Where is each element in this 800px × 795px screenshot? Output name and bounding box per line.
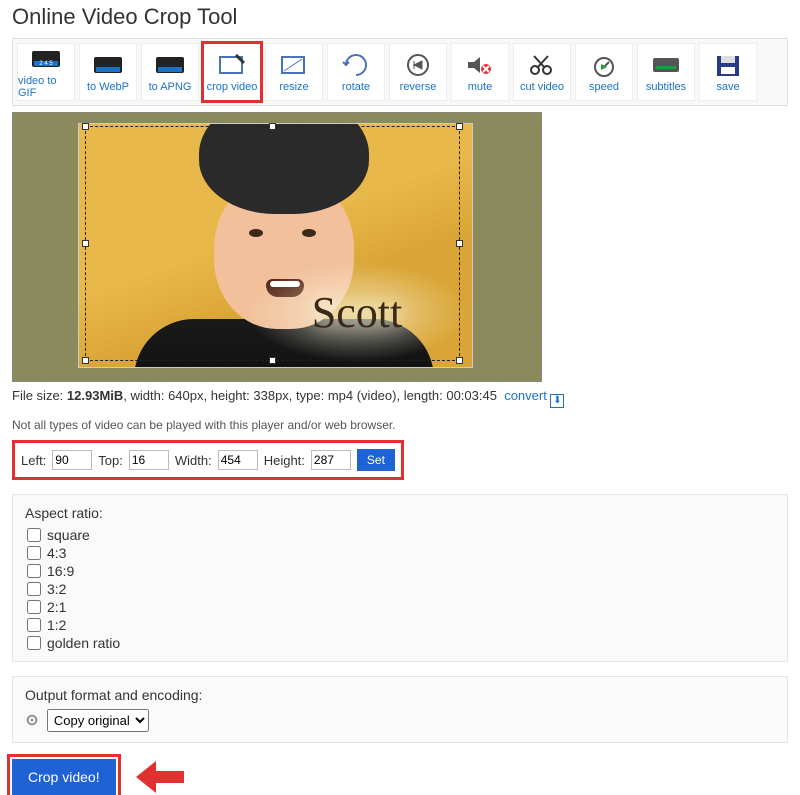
tool-subtitles[interactable]: subtitles <box>637 43 695 101</box>
tool-label: video to GIF <box>18 75 74 99</box>
aspect-label: golden ratio <box>47 635 120 651</box>
crop-video-icon <box>216 51 248 79</box>
aspect-golden-checkbox[interactable] <box>27 636 41 650</box>
tool-crop-video[interactable]: crop video <box>203 43 261 101</box>
cut-video-icon <box>526 51 558 79</box>
height-input[interactable] <box>311 450 351 470</box>
tool-label: mute <box>468 81 492 93</box>
video-to-gif-icon: 2 4 5 <box>30 45 62 73</box>
aspect-label: 16:9 <box>47 563 74 579</box>
top-label: Top: <box>98 453 123 468</box>
player-note: Not all types of video can be played wit… <box>12 418 788 432</box>
video-preview[interactable]: Scott <box>12 112 542 382</box>
page-title: Online Video Crop Tool <box>12 4 788 30</box>
arrow-indicator <box>136 761 184 793</box>
save-icon <box>712 51 744 79</box>
tool-to-apng[interactable]: to APNG <box>141 43 199 101</box>
top-input[interactable] <box>129 450 169 470</box>
aspect-label: 3:2 <box>47 581 66 597</box>
output-title: Output format and encoding: <box>25 687 775 703</box>
tool-resize[interactable]: resize <box>265 43 323 101</box>
download-icon[interactable]: ⬇ <box>550 394 564 408</box>
tool-label: rotate <box>342 81 370 93</box>
aspect-ratio-section: Aspect ratio: square 4:3 16:9 3:2 2:1 1:2 gold… <box>12 494 788 662</box>
mute-icon <box>464 51 496 79</box>
gear-icon <box>25 713 39 727</box>
tool-speed[interactable]: speed <box>575 43 633 101</box>
tool-label: speed <box>589 81 619 93</box>
crop-dimensions-row: Left: Top: Width: Height: Set <box>12 440 404 480</box>
tool-label: resize <box>279 81 308 93</box>
aspect-label: 1:2 <box>47 617 66 633</box>
left-input[interactable] <box>52 450 92 470</box>
to-apng-icon <box>154 51 186 79</box>
tool-to-webp[interactable]: to WebP <box>79 43 137 101</box>
aspect-1-2[interactable]: 1:2 <box>27 617 775 633</box>
tool-label: save <box>716 81 739 93</box>
aspect-1-2-checkbox[interactable] <box>27 618 41 632</box>
tool-save[interactable]: save <box>699 43 757 101</box>
tool-label: to APNG <box>149 81 192 93</box>
aspect-3-2-checkbox[interactable] <box>27 582 41 596</box>
tool-rotate[interactable]: rotate <box>327 43 385 101</box>
aspect-16-9[interactable]: 16:9 <box>27 563 775 579</box>
rotate-icon <box>340 51 372 79</box>
tool-reverse[interactable]: reverse <box>389 43 447 101</box>
convert-link[interactable]: convert <box>504 388 547 403</box>
file-meta: File size: 12.93MiB, width: 640px, heigh… <box>12 388 788 408</box>
to-webp-icon <box>92 51 124 79</box>
aspect-label: 4:3 <box>47 545 66 561</box>
aspect-3-2[interactable]: 3:2 <box>27 581 775 597</box>
aspect-2-1[interactable]: 2:1 <box>27 599 775 615</box>
tool-cut-video[interactable]: cut video <box>513 43 571 101</box>
set-button[interactable]: Set <box>357 449 395 471</box>
aspect-4-3[interactable]: 4:3 <box>27 545 775 561</box>
aspect-square[interactable]: square <box>27 527 775 543</box>
left-label: Left: <box>21 453 46 468</box>
speed-icon <box>588 51 620 79</box>
tool-label: to WebP <box>87 81 129 93</box>
tool-mute[interactable]: mute <box>451 43 509 101</box>
aspect-title: Aspect ratio: <box>25 505 775 521</box>
toolbar: 2 4 5 video to GIF to WebP to APNG crop vide… <box>12 38 788 106</box>
aspect-label: 2:1 <box>47 599 66 615</box>
reverse-icon <box>402 51 434 79</box>
tool-label: crop video <box>207 81 258 93</box>
aspect-16-9-checkbox[interactable] <box>27 564 41 578</box>
output-section: Output format and encoding: Copy origina… <box>12 676 788 743</box>
aspect-label: square <box>47 527 90 543</box>
aspect-golden[interactable]: golden ratio <box>27 635 775 651</box>
output-format-select[interactable]: Copy original <box>47 709 149 732</box>
tool-video-to-gif[interactable]: 2 4 5 video to GIF <box>17 43 75 101</box>
svg-text:2 4 5: 2 4 5 <box>39 61 53 67</box>
crop-video-button[interactable]: Crop video! <box>12 759 116 795</box>
width-input[interactable] <box>218 450 258 470</box>
height-label: Height: <box>264 453 305 468</box>
watermark-text: Scott <box>247 262 467 362</box>
aspect-square-checkbox[interactable] <box>27 528 41 542</box>
tool-label: reverse <box>400 81 437 93</box>
resize-icon <box>278 51 310 79</box>
tool-label: cut video <box>520 81 564 93</box>
width-label: Width: <box>175 453 212 468</box>
tool-label: subtitles <box>646 81 686 93</box>
subtitles-icon <box>650 51 682 79</box>
aspect-4-3-checkbox[interactable] <box>27 546 41 560</box>
aspect-2-1-checkbox[interactable] <box>27 600 41 614</box>
